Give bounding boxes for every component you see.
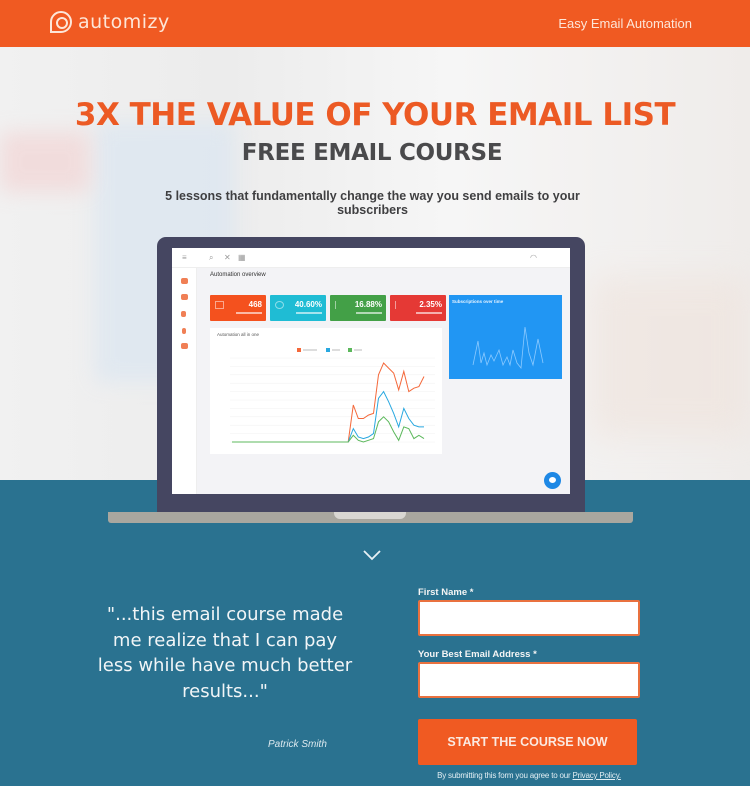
chat-icon[interactable] [544, 472, 561, 489]
scroll-down-chevron-icon[interactable] [362, 548, 382, 562]
stat-card: 16.88% [330, 295, 386, 321]
header-tagline: Easy Email Automation [558, 16, 692, 31]
stat-icon [275, 301, 284, 309]
legend-label [332, 349, 340, 351]
app-toolbar: ≡ ⌕ ✕ ▦ ◠ [172, 248, 570, 268]
first-name-label: First Name * [418, 587, 474, 598]
stat-card: 40.60% [270, 295, 326, 321]
campaign-icon [181, 311, 186, 317]
brand-name: automizy [78, 11, 170, 33]
chart-legend [297, 348, 362, 352]
stat-icon [335, 301, 344, 309]
form-disclaimer: By submitting this form you agree to our… [418, 771, 640, 780]
home-icon [181, 278, 188, 284]
background-blur [590, 277, 750, 437]
legend-swatch [348, 348, 352, 352]
chart-gridlines [230, 357, 435, 443]
stat-value: 16.88% [354, 300, 382, 309]
privacy-policy-link[interactable]: Privacy Policy. [573, 771, 622, 780]
stat-value: 468 [248, 300, 262, 309]
stat-label [236, 312, 262, 314]
testimonial-quote: "...this email course made me realize th… [97, 604, 353, 702]
stat-card: 468 [210, 295, 266, 321]
settings-icon [181, 343, 188, 349]
subscriptions-sparkline [472, 326, 544, 370]
stat-value: 40.60% [294, 300, 322, 309]
laptop-notch [334, 512, 406, 519]
stat-card: 2.35% [390, 295, 446, 321]
testimonial-author: Patrick Smith [268, 739, 327, 750]
grid-icon: ▦ [238, 253, 246, 262]
email-input[interactable] [418, 662, 640, 698]
legend-swatch [326, 348, 330, 352]
stat-icon [215, 301, 224, 309]
page-headline: 3X THE VALUE OF YOUR EMAIL LIST [74, 97, 676, 133]
expand-icon: ✕ [224, 253, 231, 262]
email-label: Your Best Email Address * [418, 649, 537, 660]
legend-label [303, 349, 317, 351]
start-course-button[interactable]: START THE COURSE NOW [418, 719, 637, 765]
stat-value: 2.35% [419, 300, 442, 309]
laptop-screen: ≡ ⌕ ✕ ▦ ◠ Automation overview 468 40.60%… [172, 248, 570, 494]
top-bar: automizy Easy Email Automation [0, 0, 750, 47]
stat-label [296, 312, 322, 314]
automation-chart-card: Automation all in one [210, 328, 442, 454]
sparkline [472, 326, 544, 370]
stat-icon [395, 301, 404, 309]
brand-logo[interactable]: automizy [50, 11, 170, 33]
search-icon: ⌕ [209, 253, 214, 262]
subscriptions-card: Subscriptions over time [449, 295, 562, 379]
user-icon: ◠ [530, 253, 537, 262]
legend-label [354, 349, 362, 351]
legend-swatch [297, 348, 301, 352]
automizy-logo-icon [50, 11, 72, 33]
hero-description: 5 lessons that fundamentally change the … [165, 189, 580, 217]
menu-icon: ≡ [182, 253, 187, 262]
stat-label [416, 312, 442, 314]
app-sidebar [172, 268, 197, 494]
disclaimer-text: By submitting this form you agree to our [437, 771, 571, 780]
automation-icon [182, 328, 186, 334]
dashboard-title: Automation overview [210, 272, 266, 278]
page-subheadline: FREE EMAIL COURSE [241, 140, 503, 166]
first-name-input[interactable] [418, 600, 640, 636]
stat-label [356, 312, 382, 314]
automation-line-chart [230, 348, 435, 443]
contacts-icon [181, 294, 188, 300]
series-line-green [232, 416, 425, 443]
